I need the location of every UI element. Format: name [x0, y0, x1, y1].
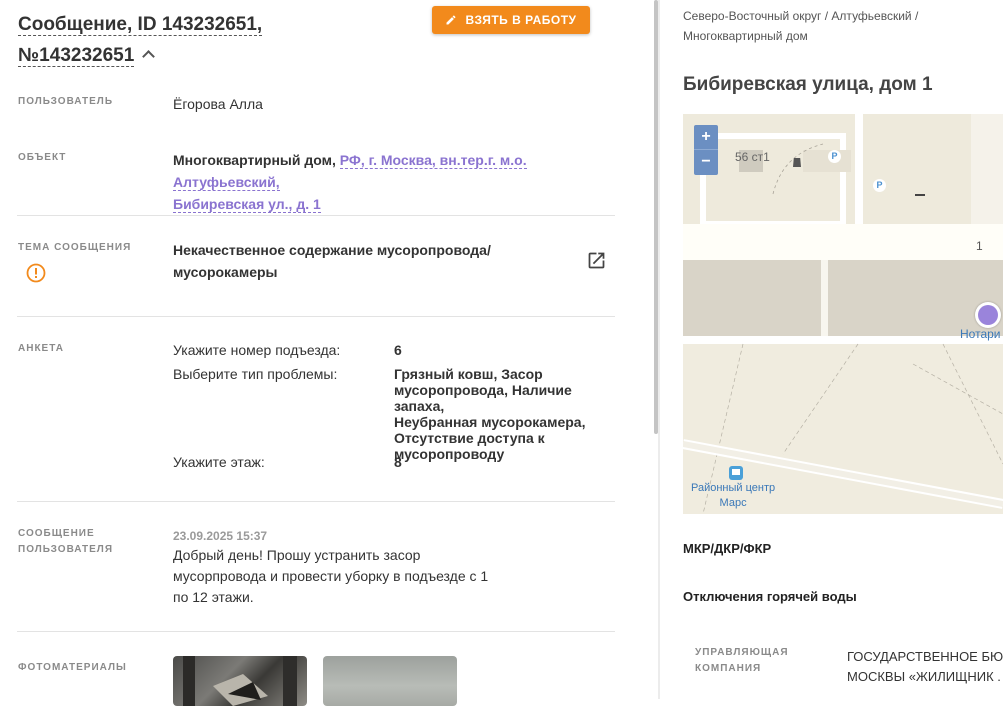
object-panel: Северо-Восточный округ / Алтуфьевский / … — [660, 0, 1003, 699]
message-label-line-2: ПОЛЬЗОВАТЕЛЯ — [18, 544, 114, 555]
divider — [17, 215, 615, 216]
management-value-line: МОСКВЫ «ЖИЛИЩНИК . — [847, 669, 1001, 684]
user-label: ПОЛЬЗОВАТЕЛЬ — [18, 96, 114, 107]
object-type: Многоквартирный дом, — [173, 152, 336, 168]
trash-icon — [793, 158, 801, 167]
divider — [17, 316, 615, 317]
message-label-line-1: СООБЩЕНИЕ — [18, 528, 95, 539]
parking-icon: P — [828, 150, 841, 163]
poi-district-center-label[interactable]: Районный центр Марс — [691, 481, 775, 511]
page-title: Сообщение, ID 143232651, №143232651 — [18, 9, 263, 71]
object-address-link-2[interactable]: Бибиревская ул., д. 1 — [173, 196, 321, 213]
breadcrumb-line-1[interactable]: Северо-Восточный округ / Алтуфьевский / — [683, 9, 918, 23]
management-label-line: КОМПАНИЯ — [695, 663, 762, 674]
topic-line-1: Некачественное содержание мусоропровода/ — [173, 242, 491, 258]
management-label: УПРАВЛЯЮЩАЯ КОМПАНИЯ — [695, 645, 789, 677]
management-value: ГОСУДАРСТВЕННОЕ БЮ, МОСКВЫ «ЖИЛИЩНИК . — [847, 647, 1003, 687]
message-text: Добрый день! Прошу устранить засор мусор… — [173, 545, 488, 608]
poi-line: Марс — [719, 497, 747, 509]
divider — [17, 501, 615, 502]
management-label-line: УПРАВЛЯЮЩАЯ — [695, 647, 789, 658]
answer-line: мусоропровода, Наличие запаха, — [394, 382, 572, 414]
title-line-2: №143232651 — [18, 45, 135, 67]
take-to-work-button[interactable]: ВЗЯТЬ В РАБОТУ — [432, 6, 590, 34]
object-address: Бибиревская улица, дом 1 — [683, 74, 933, 95]
warning-circle-icon — [26, 263, 46, 283]
question-problem-type: Выберите тип проблемы: — [173, 366, 338, 382]
breadcrumb: Северо-Восточный округ / Алтуфьевский / … — [683, 6, 918, 46]
message-line: мусорпровода и провести уборку в подъезд… — [173, 568, 489, 584]
open-external-icon[interactable] — [586, 250, 607, 271]
answer-problem-type: Грязный ковш, Засор мусоропровода, Налич… — [394, 366, 614, 462]
pencil-icon — [446, 15, 456, 25]
zoom-in-button[interactable]: + — [694, 125, 718, 150]
chevron-up-icon[interactable] — [142, 50, 156, 63]
map[interactable]: + − 56 ст1 P P 1 Нотари Районный центр М… — [683, 114, 1003, 514]
section-hot-water[interactable]: Отключения горячей воды — [683, 589, 857, 604]
breadcrumb-line-2[interactable]: Многоквартирный дом — [683, 29, 808, 43]
photos-label: ФОТОМАТЕРИАЛЫ — [18, 662, 127, 673]
title-line-1: Сообщение, ID 143232651, — [18, 14, 263, 36]
poi-line: Районный центр — [691, 482, 776, 494]
road-number: 1 — [976, 239, 983, 253]
answer-line: Отсутствие доступа к — [394, 430, 545, 446]
topic-line-2: мусорокамеры — [173, 264, 278, 280]
answer-line: Грязный ковш, Засор — [394, 366, 543, 382]
question-entrance: Укажите номер подъезда: — [173, 342, 341, 358]
message-panel: Сообщение, ID 143232651, №143232651 ВЗЯТ… — [0, 0, 640, 706]
object-value: Многоквартирный дом, РФ, г. Москва, вн.т… — [173, 149, 613, 215]
user-value: Ёгорова Алла — [173, 96, 263, 112]
message-label: СООБЩЕНИЕ ПОЛЬЗОВАТЕЛЯ — [18, 526, 113, 558]
answer-line: мусоропроводу — [394, 446, 505, 462]
topic-value: Некачественное содержание мусоропровода/… — [173, 239, 491, 283]
answer-line: Неубранная мусорокамера, — [394, 414, 586, 430]
zoom-control: + − — [694, 125, 718, 175]
object-label: ОБЪЕКТ — [18, 152, 67, 163]
management-value-line: ГОСУДАРСТВЕННОЕ БЮ, — [847, 649, 1003, 664]
poi-marker-dot — [978, 305, 998, 325]
divider — [17, 631, 615, 632]
map-canvas — [683, 114, 1003, 514]
section-mkr[interactable]: МКР/ДКР/ФКР — [683, 541, 771, 556]
form-label: АНКЕТА — [18, 343, 64, 354]
answer-floor: 8 — [394, 454, 402, 470]
poi-notary-label[interactable]: Нотари — [960, 327, 1001, 341]
message-date: 23.09.2025 15:37 — [173, 529, 268, 543]
message-line: Добрый день! Прошу устранить засор — [173, 547, 421, 563]
parking-icon: P — [873, 179, 886, 192]
question-floor: Укажите этаж: — [173, 454, 265, 470]
building-label: 56 ст1 — [735, 150, 770, 164]
message-line: по 12 этажи. — [173, 589, 254, 605]
take-to-work-label: ВЗЯТЬ В РАБОТУ — [465, 13, 577, 27]
topic-label: ТЕМА СООБЩЕНИЯ — [18, 242, 132, 253]
answer-entrance: 6 — [394, 342, 402, 358]
poi-marker[interactable] — [975, 302, 1001, 328]
zoom-out-button[interactable]: − — [694, 150, 718, 175]
